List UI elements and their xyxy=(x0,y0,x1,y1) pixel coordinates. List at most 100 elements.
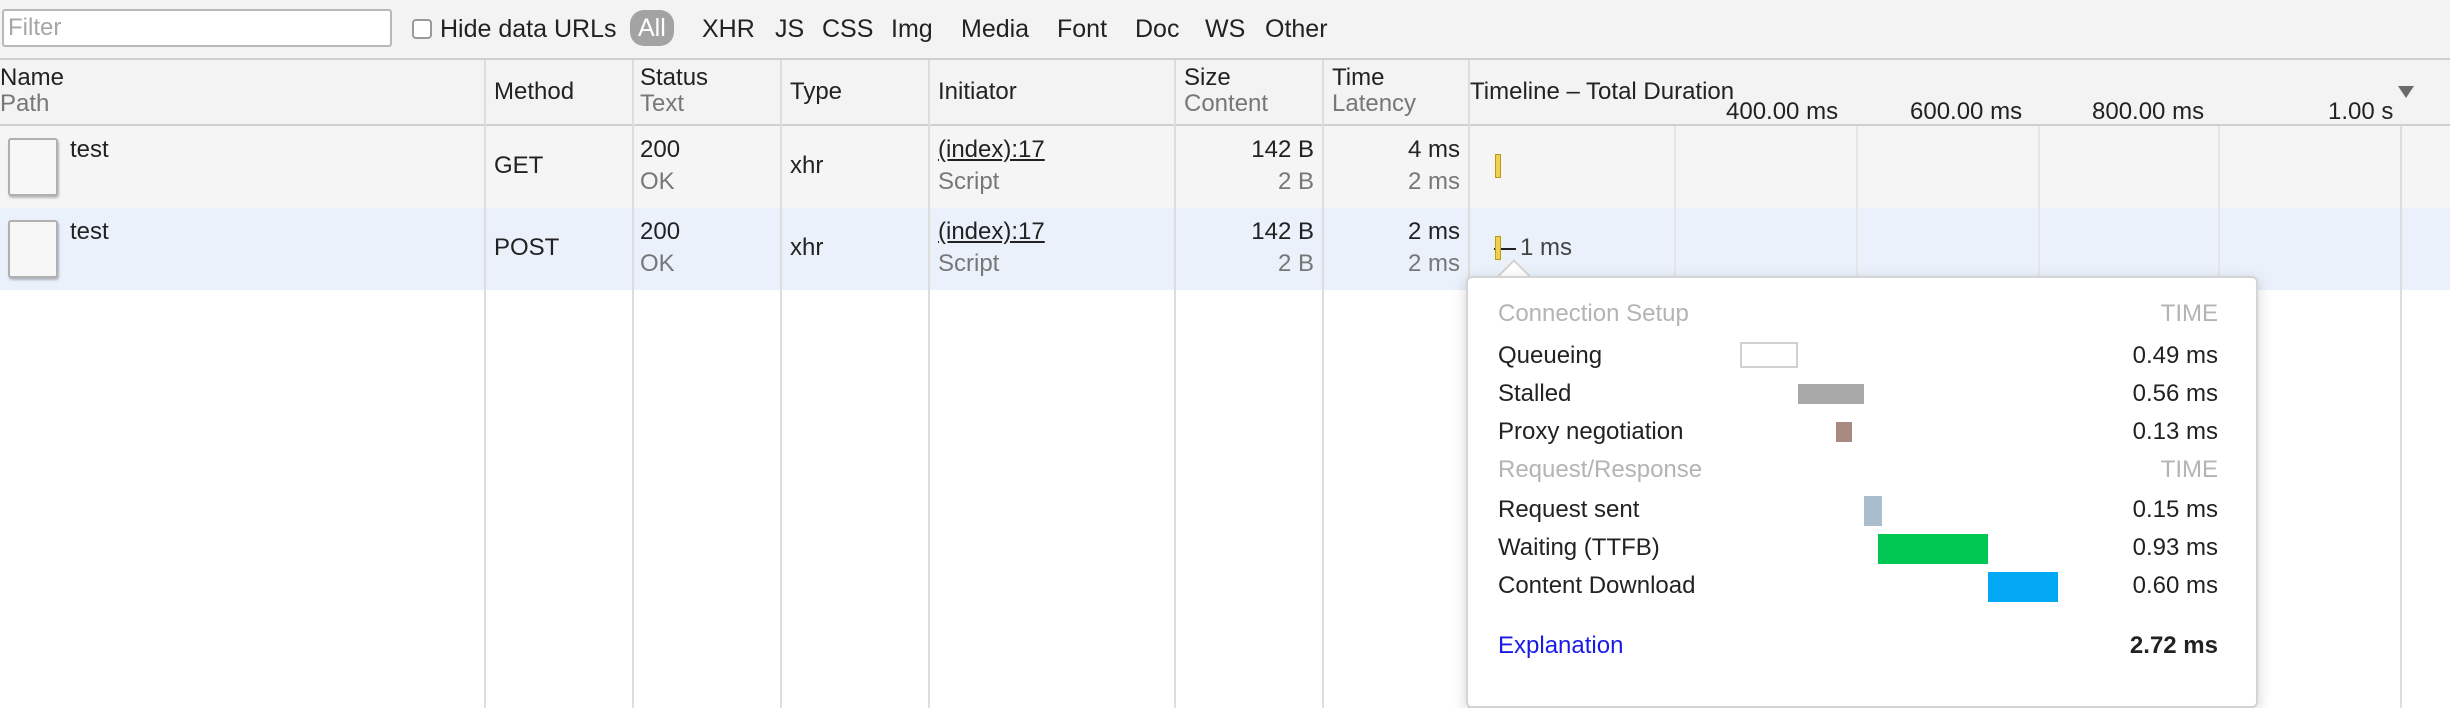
request-time: 2 ms xyxy=(1407,218,1460,245)
timing-popover: Connection Setup TIME Queueing 0.49 ms S… xyxy=(1466,276,2258,708)
file-icon xyxy=(8,138,58,196)
column-header-path-label: Path xyxy=(0,90,50,117)
request-status: 200 xyxy=(640,136,681,163)
filter-input[interactable] xyxy=(2,9,392,47)
column-header-name[interactable]: Name Path xyxy=(0,60,484,124)
timing-bar-stalled xyxy=(1798,384,1864,404)
request-status-text: OK xyxy=(640,168,675,195)
request-table-header: Name Path Method Status Text Type Initia… xyxy=(0,60,2450,126)
timing-label-request-sent: Request sent xyxy=(1498,496,1640,523)
timing-bar-waiting-ttfb xyxy=(1878,534,1988,564)
request-latency: 2 ms xyxy=(1407,168,1460,195)
timing-bar-proxy-negotiation xyxy=(1836,422,1852,442)
filter-type-media[interactable]: Media xyxy=(961,14,1029,44)
request-method: GET xyxy=(494,152,544,179)
network-toolbar: Hide data URLs All XHR JS CSS Img Media … xyxy=(0,0,2450,60)
request-initiator-type: Script xyxy=(938,168,1000,195)
column-divider xyxy=(632,60,634,708)
timing-value-proxy-negotiation: 0.13 ms xyxy=(2132,418,2218,445)
request-size: 142 B xyxy=(1251,136,1314,163)
filter-type-xhr[interactable]: XHR xyxy=(702,14,755,44)
table-row[interactable]: test GET 200 OK xhr (index):17 Script 14… xyxy=(0,126,2450,208)
timing-value-stalled: 0.56 ms xyxy=(2132,380,2218,407)
timing-label-queueing: Queueing xyxy=(1498,342,1603,369)
timing-bar-content-download xyxy=(1988,572,2058,602)
filter-type-doc[interactable]: Doc xyxy=(1135,14,1179,44)
timing-label-stalled: Stalled xyxy=(1498,380,1572,407)
timing-total: 2.72 ms xyxy=(2129,632,2218,659)
column-header-name-label: Name xyxy=(0,64,65,91)
timeline-bar[interactable] xyxy=(1495,154,1501,178)
timing-value-request-sent: 0.15 ms xyxy=(2132,496,2218,523)
filter-type-css[interactable]: CSS xyxy=(822,14,873,44)
hide-data-urls-checkbox[interactable] xyxy=(412,19,432,39)
request-status-text: OK xyxy=(640,250,675,277)
explanation-link[interactable]: Explanation xyxy=(1498,632,1623,660)
column-divider xyxy=(780,60,782,708)
request-initiator-link[interactable]: (index):17 xyxy=(938,218,1045,246)
filter-type-all[interactable]: All xyxy=(630,10,674,46)
timeline-tick-label: 600.00 ms xyxy=(1910,98,2023,125)
column-divider xyxy=(1322,60,1324,708)
time-column-heading: TIME xyxy=(2160,300,2218,327)
column-header-size[interactable]: Size Content xyxy=(1176,60,1322,124)
timing-label-content-download: Content Download xyxy=(1498,572,1696,599)
request-response-heading: Request/Response xyxy=(1498,456,1703,483)
timeline-tick-label: 1.00 s xyxy=(2328,98,2394,125)
column-header-type-label: Type xyxy=(790,78,843,105)
timing-value-waiting-ttfb: 0.93 ms xyxy=(2132,534,2218,561)
column-header-status-label: Status xyxy=(640,64,709,91)
column-header-time-label: Time xyxy=(1332,64,1385,91)
column-divider xyxy=(928,60,930,708)
timing-bar-request-sent xyxy=(1864,496,1882,526)
filter-type-font[interactable]: Font xyxy=(1057,14,1107,44)
timeline-gridline xyxy=(2400,126,2402,708)
filter-type-img[interactable]: Img xyxy=(891,14,933,44)
timing-label-proxy-negotiation: Proxy negotiation xyxy=(1498,418,1684,445)
timing-bar-queueing xyxy=(1740,342,1798,368)
timing-value-queueing: 0.49 ms xyxy=(2132,342,2218,369)
timeline-duration-label: 1 ms xyxy=(1520,234,1573,261)
request-initiator-link[interactable]: (index):17 xyxy=(938,136,1045,164)
timing-label-waiting-ttfb: Waiting (TTFB) xyxy=(1498,534,1660,561)
column-header-text-label: Text xyxy=(640,90,685,117)
request-time: 4 ms xyxy=(1407,136,1460,163)
column-header-method-label: Method xyxy=(494,78,575,105)
column-divider xyxy=(484,60,486,708)
timeline-bar[interactable] xyxy=(1495,236,1501,260)
column-divider xyxy=(1174,60,1176,708)
request-type: xhr xyxy=(790,234,824,261)
file-icon xyxy=(8,220,58,278)
hide-data-urls-toggle[interactable]: Hide data URLs xyxy=(412,14,616,44)
column-header-content-label: Content xyxy=(1184,90,1269,117)
request-initiator-type: Script xyxy=(938,250,1000,277)
column-header-method[interactable]: Method xyxy=(486,60,632,124)
timeline-tick-label: 400.00 ms xyxy=(1726,98,1839,125)
request-content-size: 2 B xyxy=(1277,250,1314,277)
request-name: test xyxy=(70,218,109,245)
time-column-heading: TIME xyxy=(2160,456,2218,483)
column-header-type[interactable]: Type xyxy=(782,60,928,124)
column-header-size-label: Size xyxy=(1184,64,1231,91)
column-header-latency-label: Latency xyxy=(1332,90,1417,117)
column-header-status[interactable]: Status Text xyxy=(634,60,780,124)
timing-value-content-download: 0.60 ms xyxy=(2132,572,2218,599)
column-header-timeline[interactable]: Timeline – Total Duration 400.00 ms 600.… xyxy=(1470,60,2450,125)
request-type: xhr xyxy=(790,152,824,179)
request-method: POST xyxy=(494,234,560,261)
request-status: 200 xyxy=(640,218,681,245)
column-header-time[interactable]: Time Latency xyxy=(1324,60,1468,124)
hide-data-urls-label: Hide data URLs xyxy=(440,14,617,43)
filter-type-js[interactable]: JS xyxy=(775,14,804,44)
timeline-tick-label: 800.00 ms xyxy=(2092,98,2205,125)
connection-setup-heading: Connection Setup xyxy=(1498,300,1689,327)
filter-type-ws[interactable]: WS xyxy=(1205,14,1245,44)
column-header-initiator-label: Initiator xyxy=(938,78,1017,105)
request-name: test xyxy=(70,136,109,163)
column-header-initiator[interactable]: Initiator xyxy=(930,60,1174,124)
column-header-timeline-label: Timeline – Total Duration xyxy=(1470,78,1735,105)
filter-type-other[interactable]: Other xyxy=(1265,14,1328,44)
sort-descending-icon xyxy=(2398,86,2414,98)
request-content-size: 2 B xyxy=(1277,168,1314,195)
request-latency: 2 ms xyxy=(1407,250,1460,277)
